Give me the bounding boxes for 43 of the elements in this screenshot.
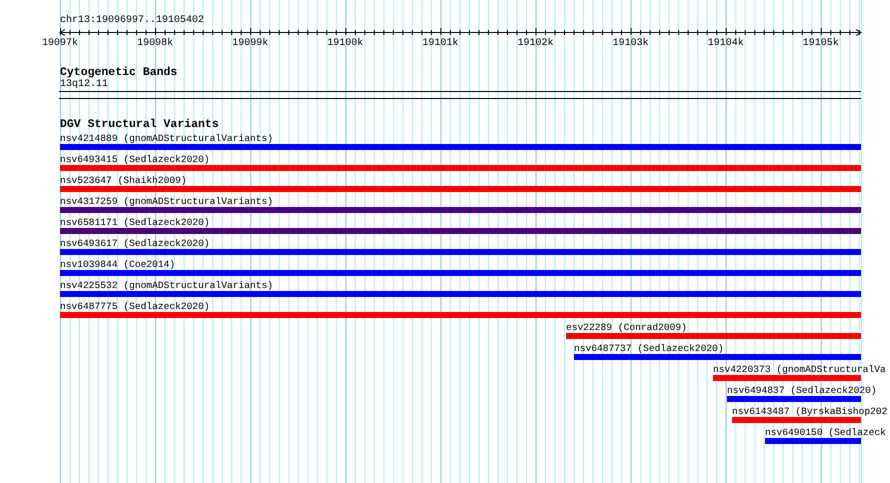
- tick-label: 19098k: [137, 38, 174, 49]
- variant-bar[interactable]: [60, 228, 861, 234]
- tick-label: 19102k: [518, 38, 554, 49]
- feature-label: nsv4225532 (gnomADStructuralVariants): [60, 280, 274, 291]
- feature-label: nsv4214889 (gnomADStructuralVariants): [60, 133, 274, 144]
- feature-label: nsv6487737 (Sedlazeck2020): [574, 343, 724, 354]
- feature-label: nsv6493617 (Sedlazeck2020): [60, 238, 210, 249]
- variant-bar[interactable]: [765, 438, 861, 444]
- variant-bar[interactable]: [60, 165, 861, 171]
- variant-bar[interactable]: [713, 375, 861, 381]
- tick-label: 19099k: [232, 38, 268, 49]
- variant-bar[interactable]: [60, 144, 861, 150]
- variant-bar[interactable]: [732, 417, 861, 423]
- feature-label: nsv1039844 (Coe2014): [60, 259, 176, 270]
- variant-bar[interactable]: [727, 396, 861, 402]
- variant-bar[interactable]: [60, 291, 861, 297]
- feature-label: esv22289 (Conrad2009): [566, 322, 687, 333]
- feature-label: nsv523647 (Shaikh2009): [60, 175, 187, 186]
- variant-bar[interactable]: [60, 249, 861, 255]
- tick-label: 19104k: [708, 38, 744, 49]
- feature-label: nsv6143487 (ByrskaBishop202: [732, 406, 888, 417]
- track-title: Cytogenetic Bands: [60, 67, 178, 79]
- feature-label: nsv6494837 (Sedlazeck2020): [727, 385, 877, 396]
- feature-label: nsv4317259 (gnomADStructuralVariants): [60, 196, 274, 207]
- tick-label: 19105k: [802, 38, 839, 49]
- variant-bar[interactable]: [574, 354, 861, 360]
- variant-bar[interactable]: [60, 312, 861, 318]
- feature-label: nsv6490150 (Sedlazeck: [765, 427, 886, 438]
- feature-label: nsv6487775 (Sedlazeck2020): [60, 301, 210, 312]
- tick-label: 19103k: [612, 38, 649, 49]
- tick-label: 19100k: [327, 38, 364, 49]
- tick-label: 19101k: [422, 38, 458, 49]
- region-label: chr13:19096997..19105402: [60, 15, 204, 27]
- variant-bar[interactable]: [60, 270, 861, 276]
- feature-label: nsv4220373 (gnomADStructuralVa: [713, 364, 886, 375]
- tick-label: 19097k: [42, 38, 78, 49]
- variant-bar[interactable]: [60, 207, 861, 213]
- variant-bar[interactable]: [60, 186, 861, 192]
- feature-label: nsv6493415 (Sedlazeck2020): [60, 154, 210, 165]
- track-title: DGV Structural Variants: [60, 119, 219, 131]
- variant-bar[interactable]: [566, 333, 861, 339]
- band-label: 13q12.11: [60, 79, 108, 91]
- feature-label: nsv6581171 (Sedlazeck2020): [60, 217, 210, 228]
